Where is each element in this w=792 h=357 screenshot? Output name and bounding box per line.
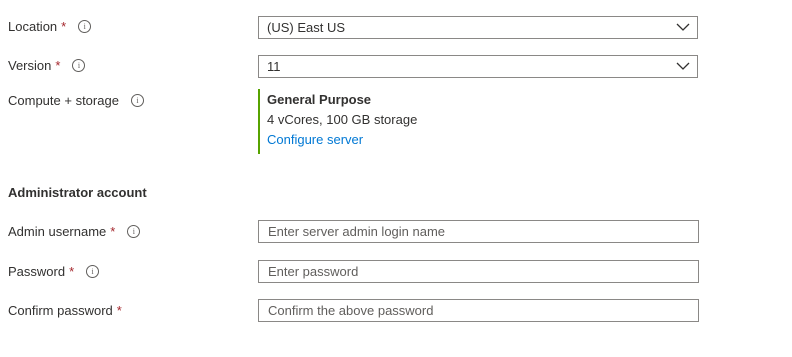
configure-server-link[interactable]: Configure server xyxy=(267,132,363,147)
compute-summary: General Purpose 4 vCores, 100 GB storage… xyxy=(258,89,558,154)
required-asterisk: * xyxy=(69,264,75,279)
required-asterisk: * xyxy=(61,19,67,34)
admin-username-input[interactable] xyxy=(258,220,699,243)
compute-tier: General Purpose xyxy=(267,92,372,107)
password-label-text: Password xyxy=(8,264,66,279)
location-select-value: (US) East US xyxy=(267,20,346,35)
info-icon[interactable]: i xyxy=(127,225,141,238)
chevron-down-icon xyxy=(676,62,690,70)
compute-spec: 4 vCores, 100 GB storage xyxy=(267,112,418,127)
info-icon[interactable]: i xyxy=(130,94,144,107)
version-label: Version * i xyxy=(8,58,86,73)
compute-label-text: Compute + storage xyxy=(8,93,119,108)
location-select[interactable]: (US) East US xyxy=(258,16,698,39)
required-asterisk: * xyxy=(55,58,61,73)
confirm-password-label: Confirm password * xyxy=(8,303,122,318)
password-input[interactable] xyxy=(258,260,699,283)
admin-username-label: Admin username * i xyxy=(8,224,141,239)
required-asterisk: * xyxy=(116,303,122,318)
info-icon[interactable]: i xyxy=(78,20,92,33)
chevron-down-icon xyxy=(676,23,690,31)
location-label: Location * i xyxy=(8,19,92,34)
admin-username-label-text: Admin username xyxy=(8,224,107,239)
version-select[interactable]: 11 xyxy=(258,55,698,78)
version-label-text: Version xyxy=(8,58,52,73)
required-asterisk: * xyxy=(110,224,116,239)
info-icon[interactable]: i xyxy=(72,59,86,72)
confirm-password-input[interactable] xyxy=(258,299,699,322)
compute-label: Compute + storage i xyxy=(8,93,144,108)
confirm-password-label-text: Confirm password xyxy=(8,303,113,318)
section-title-admin: Administrator account xyxy=(8,185,147,200)
version-select-value: 11 xyxy=(267,59,281,74)
location-label-text: Location xyxy=(8,19,58,34)
password-label: Password * i xyxy=(8,264,100,279)
info-icon[interactable]: i xyxy=(86,265,100,278)
